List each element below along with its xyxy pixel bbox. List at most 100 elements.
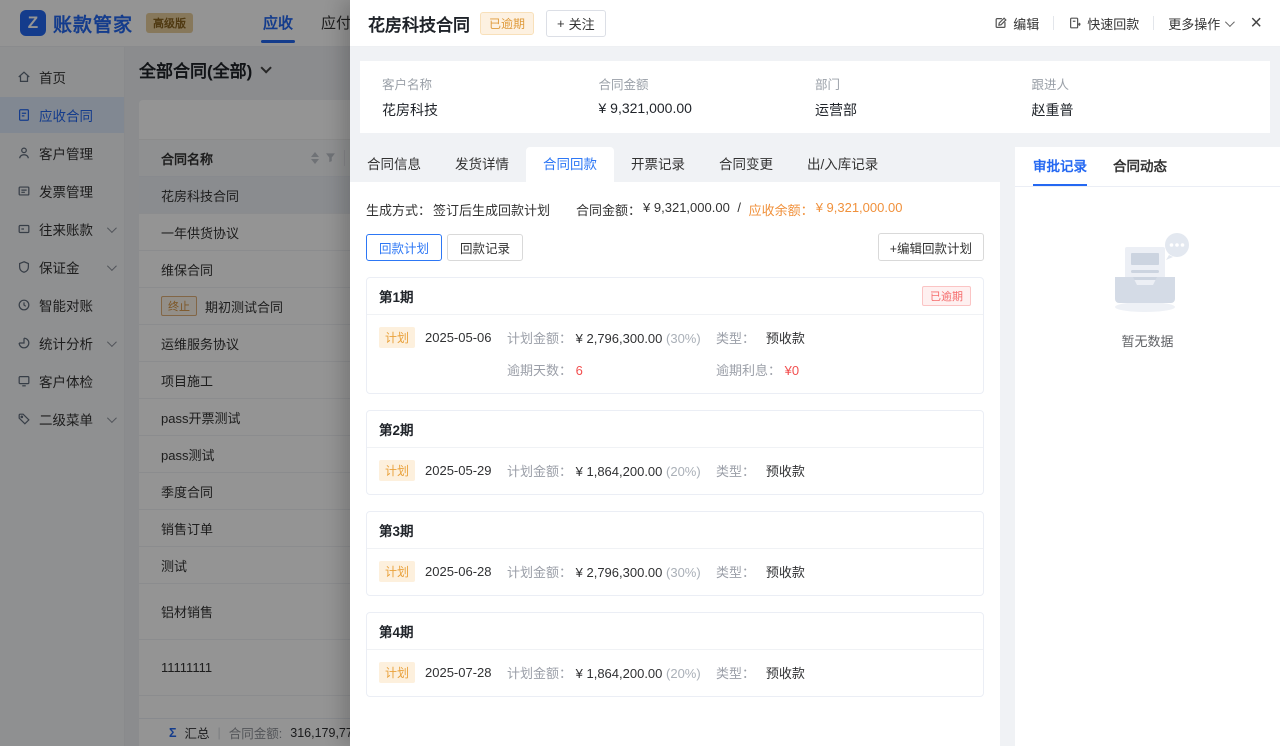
- empty-text: 暂无数据: [1121, 331, 1173, 350]
- tab-invoice-records[interactable]: 开票记录: [614, 147, 702, 182]
- period-title: 第4期: [379, 621, 414, 641]
- field-label: 跟进人: [1032, 74, 1249, 93]
- more-actions-button[interactable]: 更多操作: [1168, 14, 1232, 33]
- type-value: 预收款: [766, 464, 805, 479]
- payback-toggle-row: 回款计划 回款记录 +编辑回款计划: [366, 233, 984, 261]
- more-actions-label: 更多操作: [1168, 14, 1220, 33]
- tab-approval-records[interactable]: 审批记录: [1033, 147, 1087, 186]
- plan-date: 2025-05-29: [425, 463, 492, 478]
- drawer-header: 花房科技合同 已逾期 + 关注 编辑 快速回款 更多操作: [350, 0, 1280, 47]
- field-value: ¥ 9,321,000.00: [599, 100, 816, 116]
- plan-amount-label: 计划金额：: [507, 331, 572, 346]
- field-value: 赵重普: [1032, 100, 1249, 120]
- period-card-4: 第4期 计划 2025-07-28 计划金额： ¥ 1,864: [366, 612, 984, 697]
- plan-amount-label: 计划金额：: [507, 666, 572, 681]
- tab-contract-changes[interactable]: 合同变更: [702, 147, 790, 182]
- plan-date: 2025-05-06: [425, 330, 492, 345]
- plan-tag: 计划: [379, 460, 415, 481]
- tab-shipping-detail[interactable]: 发货详情: [438, 147, 526, 182]
- close-icon[interactable]: ×: [1250, 13, 1262, 33]
- edit-button[interactable]: 编辑: [994, 14, 1039, 33]
- plan-date: 2025-07-28: [425, 665, 492, 680]
- tab-contract-payback[interactable]: 合同回款: [526, 147, 614, 182]
- empty-inbox-icon: [1093, 229, 1203, 319]
- contract-amount-label: 合同金额：: [576, 200, 641, 219]
- drawer-title: 花房科技合同: [368, 11, 470, 36]
- overdue-days-value: 6: [576, 363, 583, 378]
- quick-collect-button[interactable]: 快速回款: [1068, 14, 1139, 33]
- type-label: 类型：: [716, 331, 755, 346]
- plan-percent: (20%): [666, 666, 701, 681]
- period-title: 第3期: [379, 520, 414, 540]
- field-label: 部门: [815, 74, 1032, 93]
- quick-collect-label: 快速回款: [1087, 14, 1139, 33]
- info-field-amount: 合同金额 ¥ 9,321,000.00: [599, 74, 816, 120]
- contract-detail-drawer: 花房科技合同 已逾期 + 关注 编辑 快速回款 更多操作: [350, 0, 1280, 746]
- payback-plan-toggle[interactable]: 回款计划: [366, 234, 442, 261]
- plan-date: 2025-06-28: [425, 564, 492, 579]
- plan-amount-value: ¥ 1,864,200.00: [576, 464, 663, 479]
- field-label: 合同金额: [599, 74, 816, 93]
- receivable-balance-value: ¥ 9,321,000.00: [816, 200, 903, 219]
- edit-icon: [994, 16, 1008, 30]
- period-title: 第2期: [379, 419, 414, 439]
- screen: Z 账款管家 高级版 应收 应付 核算 首页 应收合同 客户管理 发票管理: [0, 0, 1280, 746]
- follow-button[interactable]: + 关注: [546, 10, 606, 37]
- chevron-down-icon: [1225, 17, 1235, 27]
- field-label: 客户名称: [382, 74, 599, 93]
- drawer-content-row: 合同信息 发货详情 合同回款 开票记录 合同变更 出/入库记录 生成方式： 签订…: [350, 147, 1280, 746]
- period-body: 计划 2025-05-06 计划金额： ¥ 2,796,300.00 (30%): [367, 315, 983, 393]
- overdue-badge: 已逾期: [922, 286, 971, 306]
- plan-amount-value: ¥ 1,864,200.00: [576, 666, 663, 681]
- plan-amount-label: 计划金额：: [507, 565, 572, 580]
- period-card-1: 第1期 已逾期 计划 2025-05-06: [366, 277, 984, 394]
- drawer-body: 客户名称 花房科技 合同金额 ¥ 9,321,000.00 部门 运营部 跟进人…: [350, 47, 1280, 746]
- plan-amount-value: ¥ 2,796,300.00: [576, 331, 663, 346]
- info-field-customer: 客户名称 花房科技: [382, 74, 599, 120]
- gen-method-value: 签订后生成回款计划: [433, 200, 550, 219]
- overdue-interest-label: 逾期利息：: [716, 363, 781, 378]
- plan-percent: (30%): [666, 331, 701, 346]
- info-field-follower: 跟进人 赵重普: [1032, 74, 1249, 120]
- tab-contract-activity[interactable]: 合同动态: [1113, 147, 1167, 186]
- empty-state: 暂无数据: [1015, 229, 1280, 350]
- quick-collect-icon: [1068, 16, 1082, 30]
- tab-contract-info[interactable]: 合同信息: [350, 147, 438, 182]
- drawer-actions: 编辑 快速回款 更多操作 ×: [994, 13, 1262, 33]
- type-label: 类型：: [716, 565, 755, 580]
- plan-tag: 计划: [379, 662, 415, 683]
- payback-record-toggle[interactable]: 回款记录: [447, 234, 523, 261]
- modal-overlay[interactable]: [0, 0, 350, 746]
- field-value: 花房科技: [382, 100, 599, 120]
- overdue-days-label: 逾期天数：: [507, 363, 572, 378]
- plan-amount-label: 计划金额：: [507, 464, 572, 479]
- plus-icon: +: [557, 16, 565, 31]
- receivable-balance-label: 应收余额：: [749, 200, 814, 219]
- contract-amount-value: ¥ 9,321,000.00: [643, 200, 730, 219]
- plan-tag: 计划: [379, 561, 415, 582]
- follow-label: 关注: [569, 14, 595, 33]
- period-header: 第1期 已逾期: [367, 278, 983, 315]
- slash: /: [737, 200, 741, 219]
- divider: [1053, 16, 1054, 30]
- field-value: 运营部: [815, 100, 1032, 120]
- info-field-department: 部门 运营部: [815, 74, 1032, 120]
- type-value: 预收款: [766, 331, 805, 346]
- overdue-interest-value: ¥0: [785, 363, 799, 378]
- plan-percent: (20%): [666, 464, 701, 479]
- contract-info-card: 客户名称 花房科技 合同金额 ¥ 9,321,000.00 部门 运营部 跟进人…: [360, 61, 1270, 133]
- drawer-main-column: 合同信息 发货详情 合同回款 开票记录 合同变更 出/入库记录 生成方式： 签订…: [350, 147, 1000, 746]
- overdue-status-badge: 已逾期: [480, 12, 534, 35]
- plan-tag: 计划: [379, 327, 415, 348]
- tab-inventory-records[interactable]: 出/入库记录: [790, 147, 895, 182]
- edit-label: 编辑: [1013, 14, 1039, 33]
- type-value: 预收款: [766, 666, 805, 681]
- period-card-3: 第3期 计划 2025-06-28 计划金额： ¥ 2,796: [366, 511, 984, 596]
- type-label: 类型：: [716, 464, 755, 479]
- payback-meta: 生成方式： 签订后生成回款计划 合同金额： ¥ 9,321,000.00 / 应…: [366, 200, 984, 219]
- edit-payback-plan-button[interactable]: +编辑回款计划: [878, 233, 984, 261]
- type-value: 预收款: [766, 565, 805, 580]
- approval-tabs: 审批记录 合同动态: [1015, 147, 1280, 187]
- plan-amount-value: ¥ 2,796,300.00: [576, 565, 663, 580]
- contract-tabs: 合同信息 发货详情 合同回款 开票记录 合同变更 出/入库记录: [350, 147, 1000, 182]
